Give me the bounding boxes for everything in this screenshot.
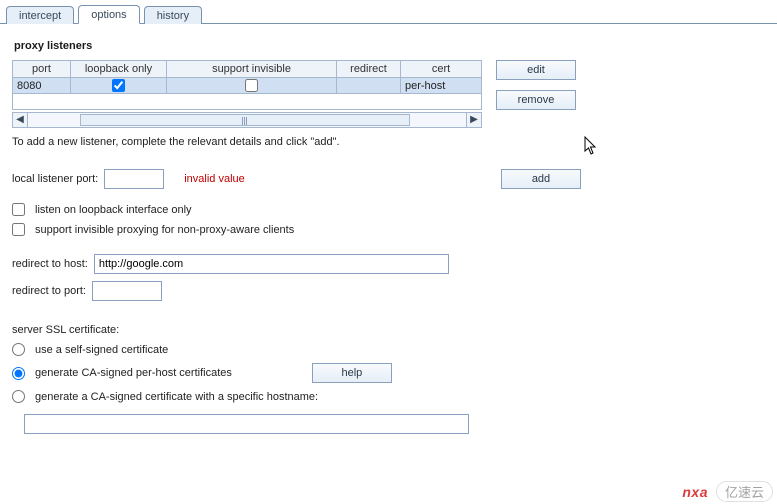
ssl-specific-label: generate a CA-signed certificate with a … xyxy=(35,391,318,403)
scroll-left-button[interactable]: ◀ xyxy=(12,112,28,128)
loopback-only-label: listen on loopback interface only xyxy=(35,204,192,216)
table-header-row: port loopback only support invisible red… xyxy=(13,61,482,78)
row-loopback-checkbox[interactable] xyxy=(112,79,125,92)
remove-button[interactable]: remove xyxy=(496,90,576,110)
local-port-label: local listener port: xyxy=(12,173,98,185)
watermark: nxa 亿速云 xyxy=(682,481,773,502)
listener-table[interactable]: port loopback only support invisible red… xyxy=(12,60,482,110)
cell-support xyxy=(167,78,337,94)
redirect-host-label: redirect to host: xyxy=(12,258,88,270)
col-cert[interactable]: cert xyxy=(401,61,482,78)
add-button[interactable]: add xyxy=(501,169,581,189)
watermark-site: 亿速云 xyxy=(716,481,773,502)
add-hint: To add a new listener, complete the rele… xyxy=(12,136,765,148)
cell-cert: per-host xyxy=(401,78,482,94)
edit-button[interactable]: edit xyxy=(496,60,576,80)
ssl-perhost-label: generate CA-signed per-host certificates xyxy=(35,367,232,379)
tab-history[interactable]: history xyxy=(144,6,202,24)
redirect-port-input[interactable] xyxy=(92,281,162,301)
loopback-only-checkbox[interactable] xyxy=(12,203,25,216)
scroll-track[interactable] xyxy=(28,112,466,128)
col-redirect[interactable]: redirect xyxy=(337,61,401,78)
invalid-value-label: invalid value xyxy=(184,173,245,185)
ssl-specific-hostname-input[interactable] xyxy=(24,414,469,434)
row-support-checkbox[interactable] xyxy=(245,79,258,92)
col-port[interactable]: port xyxy=(13,61,71,78)
options-panel: proxy listeners port loopback only suppo… xyxy=(0,24,777,446)
help-button[interactable]: help xyxy=(312,363,392,383)
watermark-brand: nxa xyxy=(682,484,708,500)
cell-port: 8080 xyxy=(13,78,71,94)
local-port-input[interactable] xyxy=(104,169,164,189)
col-support[interactable]: support invisible xyxy=(167,61,337,78)
col-loopback[interactable]: loopback only xyxy=(71,61,167,78)
cell-loopback xyxy=(71,78,167,94)
listener-side-buttons: edit remove xyxy=(496,60,576,110)
support-invisible-checkbox[interactable] xyxy=(12,223,25,236)
listener-table-wrap: port loopback only support invisible red… xyxy=(12,60,482,128)
panel-title: proxy listeners xyxy=(14,40,765,52)
table-row[interactable]: 8080 per-host xyxy=(13,78,482,94)
cell-redirect xyxy=(337,78,401,94)
ssl-self-signed-radio[interactable] xyxy=(12,343,25,356)
ssl-specific-radio[interactable] xyxy=(12,390,25,403)
table-h-scrollbar[interactable]: ◀ ▶ xyxy=(12,112,482,128)
table-row-empty xyxy=(13,94,482,110)
ssl-self-signed-label: use a self-signed certificate xyxy=(35,344,168,356)
scroll-right-button[interactable]: ▶ xyxy=(466,112,482,128)
redirect-port-label: redirect to port: xyxy=(12,285,86,297)
tab-options[interactable]: options xyxy=(78,5,139,24)
tabbar: intercept options history xyxy=(0,0,777,24)
support-invisible-label: support invisible proxying for non-proxy… xyxy=(35,224,294,236)
tab-intercept[interactable]: intercept xyxy=(6,6,74,24)
ssl-section-title: server SSL certificate: xyxy=(12,324,119,336)
redirect-host-input[interactable] xyxy=(94,254,449,274)
ssl-perhost-radio[interactable] xyxy=(12,367,25,380)
scroll-thumb[interactable] xyxy=(80,114,410,126)
